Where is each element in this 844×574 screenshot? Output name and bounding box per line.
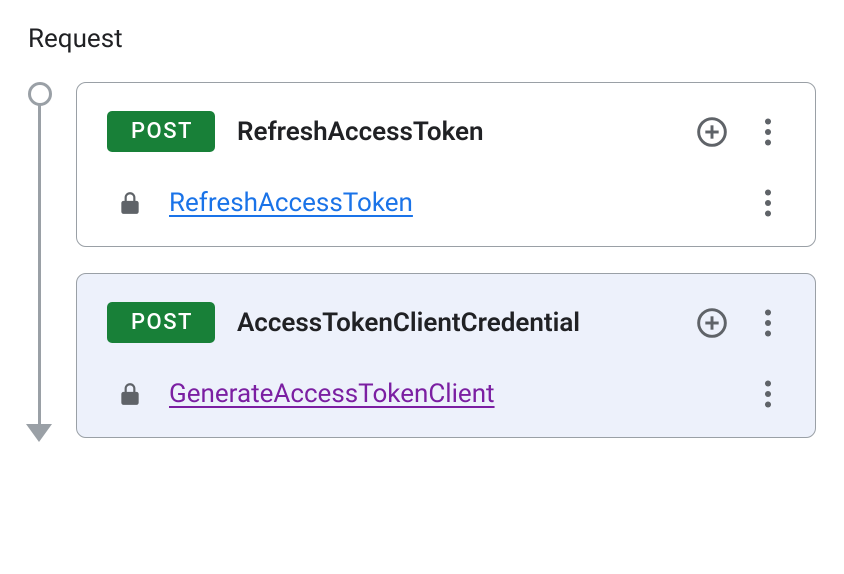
flow-card-header: POST AccessTokenClientCredential	[107, 302, 785, 343]
operation-menu-button[interactable]	[751, 186, 785, 220]
flow-area: POST RefreshAccessToken	[28, 82, 816, 438]
http-method-badge: POST	[107, 111, 215, 152]
flow-end-arrow	[26, 424, 52, 442]
more-vert-icon	[764, 189, 772, 217]
plus-circle-icon	[696, 116, 728, 148]
more-vert-icon	[764, 309, 772, 337]
flow-card-title: AccessTokenClientCredential	[237, 308, 673, 338]
section-title: Request	[28, 24, 816, 54]
flow-line	[38, 94, 41, 424]
operation-menu-button[interactable]	[751, 377, 785, 411]
flow-card-title: RefreshAccessToken	[237, 117, 673, 147]
operation-link[interactable]: RefreshAccessToken	[169, 188, 725, 218]
lock-icon	[117, 379, 143, 409]
add-step-button[interactable]	[695, 306, 729, 340]
flow-card[interactable]: POST AccessTokenClientCredential	[76, 273, 816, 438]
more-vert-icon	[764, 118, 772, 146]
operation-link[interactable]: GenerateAccessTokenClient	[169, 379, 725, 409]
flow-start-node	[28, 82, 52, 106]
lock-icon	[117, 188, 143, 218]
flow-card-body: RefreshAccessToken	[107, 186, 785, 220]
http-method-badge: POST	[107, 302, 215, 343]
card-menu-button[interactable]	[751, 115, 785, 149]
flow-card-header: POST RefreshAccessToken	[107, 111, 785, 152]
more-vert-icon	[764, 380, 772, 408]
plus-circle-icon	[696, 307, 728, 339]
add-step-button[interactable]	[695, 115, 729, 149]
flow-card[interactable]: POST RefreshAccessToken	[76, 82, 816, 247]
card-menu-button[interactable]	[751, 306, 785, 340]
flow-card-body: GenerateAccessTokenClient	[107, 377, 785, 411]
request-flow-panel: Request POST RefreshAccessToken	[0, 0, 844, 574]
